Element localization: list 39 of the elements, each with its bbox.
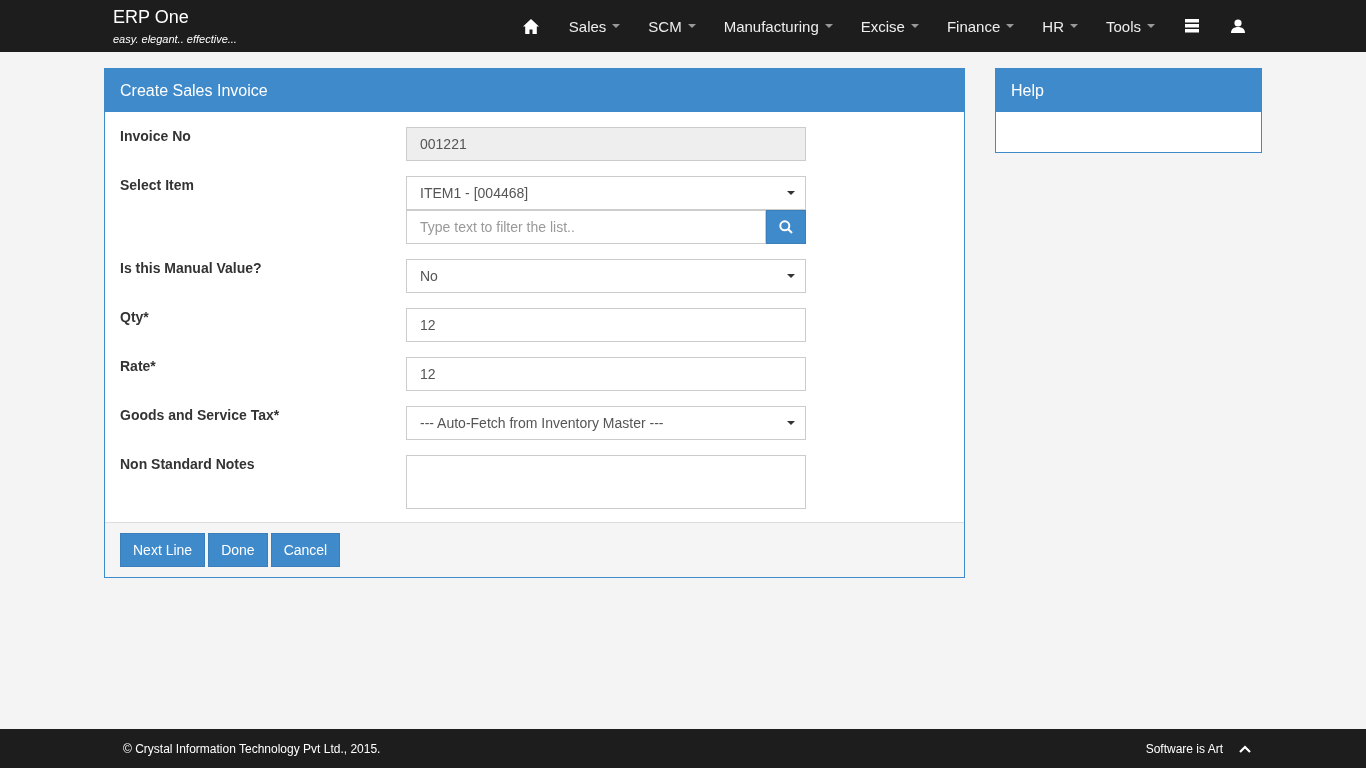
- input-field[interactable]: 12: [406, 308, 806, 342]
- brand-title: ERP One: [113, 7, 190, 28]
- caret-icon: [787, 274, 795, 278]
- input-field[interactable]: 12: [406, 357, 806, 391]
- search-icon: [779, 220, 793, 234]
- slogan-text: Software is Art: [1145, 741, 1223, 756]
- user-icon: [1231, 19, 1245, 33]
- caret-icon: [787, 191, 795, 195]
- select-field[interactable]: No: [406, 259, 806, 293]
- action-button[interactable]: Next Line: [120, 533, 206, 567]
- nav-menu-item[interactable]: Finance: [932, 9, 1029, 43]
- action-button[interactable]: Cancel: [270, 533, 341, 567]
- panel-title: Create Sales Invoice: [105, 69, 964, 112]
- action-button[interactable]: Done: [208, 533, 268, 567]
- field-label: Invoice No: [120, 127, 192, 146]
- input-field[interactable]: 001221: [406, 127, 806, 161]
- field-label: Goods and Service Tax*: [120, 406, 281, 425]
- notes-field[interactable]: [406, 455, 806, 509]
- home-icon: [522, 18, 539, 34]
- brand-tagline: easy. elegant.. effective...: [113, 33, 237, 45]
- nav-menu-item[interactable]: Excise: [846, 9, 933, 43]
- copyright-text: © Crystal Information Technology Pvt Ltd., 2015.: [123, 741, 381, 756]
- help-title: Help: [996, 69, 1261, 112]
- nav-menu-item[interactable]: HR: [1028, 9, 1092, 43]
- search-button[interactable]: [766, 210, 806, 244]
- field-label: Qty*: [120, 308, 150, 327]
- field-label: Is this Manual Value?: [120, 259, 263, 278]
- nav-menu-item[interactable]: Tools: [1091, 9, 1169, 43]
- nav-menu-item[interactable]: SCM: [634, 9, 710, 43]
- caret-icon: [787, 421, 795, 425]
- field-label: Non Standard Notes: [120, 455, 256, 474]
- field-label: Select Item: [120, 176, 195, 195]
- nav-menu-item[interactable]: Manufacturing: [709, 9, 847, 43]
- field-label: Rate*: [120, 357, 157, 376]
- select-field[interactable]: ITEM1 - [004468]: [406, 176, 806, 210]
- chevron-up-icon[interactable]: [1239, 744, 1251, 753]
- stack-icon: [1185, 19, 1199, 33]
- select-field[interactable]: --- Auto-Fetch from Inventory Master ---: [406, 406, 806, 440]
- nav-menu-item[interactable]: Sales: [554, 9, 635, 43]
